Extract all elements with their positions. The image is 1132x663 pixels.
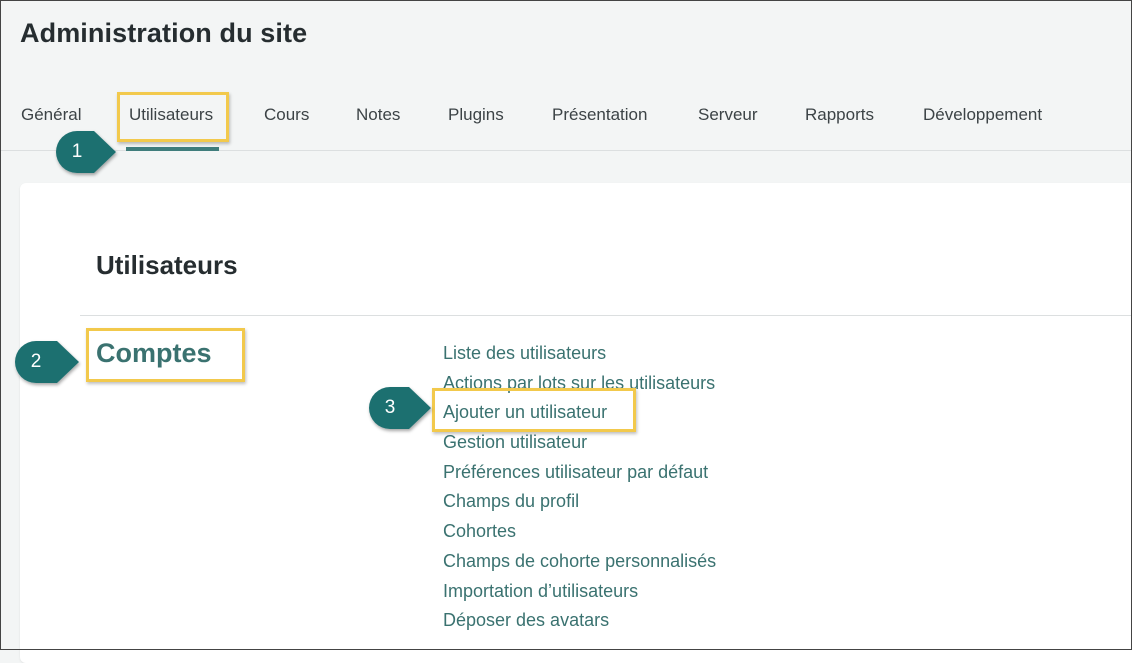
link-gestion-utilisateur[interactable]: Gestion utilisateur [443, 429, 716, 459]
callout-number: 2 [30, 351, 42, 372]
admin-tabs: Général Utilisateurs Cours Notes Plugins… [0, 96, 1132, 151]
link-champs-cohorte[interactable]: Champs de cohorte personnalisés [443, 548, 716, 578]
link-champs-profil[interactable]: Champs du profil [443, 488, 716, 518]
link-deposer-avatars[interactable]: Déposer des avatars [443, 607, 716, 637]
callout-marker-1: 1 [56, 131, 116, 173]
tab-developpement[interactable]: Développement [923, 105, 1042, 125]
link-liste-utilisateurs[interactable]: Liste des utilisateurs [443, 340, 716, 370]
tab-plugins[interactable]: Plugins [448, 105, 504, 125]
section-heading: Utilisateurs [96, 250, 238, 280]
callout-number: 3 [384, 397, 396, 418]
tab-presentation[interactable]: Présentation [552, 105, 647, 125]
callout-marker-2: 2 [15, 341, 79, 383]
link-preferences-defaut[interactable]: Préférences utilisateur par défaut [443, 459, 716, 489]
tab-utilisateurs[interactable]: Utilisateurs [129, 105, 213, 125]
section-divider [80, 315, 1132, 316]
tab-notes[interactable]: Notes [356, 105, 400, 125]
link-cohortes[interactable]: Cohortes [443, 518, 716, 548]
link-importation-utilisateurs[interactable]: Importation d’utilisateurs [443, 578, 716, 608]
link-ajouter-utilisateur[interactable]: Ajouter un utilisateur [443, 399, 716, 429]
category-links: Liste des utilisateurs Actions par lots … [443, 340, 716, 637]
callout-number: 1 [71, 141, 83, 162]
active-tab-indicator [126, 147, 219, 151]
tab-rapports[interactable]: Rapports [805, 105, 874, 125]
tab-general[interactable]: Général [21, 105, 81, 125]
tab-cours[interactable]: Cours [264, 105, 309, 125]
callout-marker-3: 3 [369, 387, 431, 429]
tab-serveur[interactable]: Serveur [698, 105, 758, 125]
category-title-comptes[interactable]: Comptes [96, 338, 212, 369]
link-actions-par-lots[interactable]: Actions par lots sur les utilisateurs [443, 370, 716, 400]
page-title: Administration du site [20, 18, 308, 48]
